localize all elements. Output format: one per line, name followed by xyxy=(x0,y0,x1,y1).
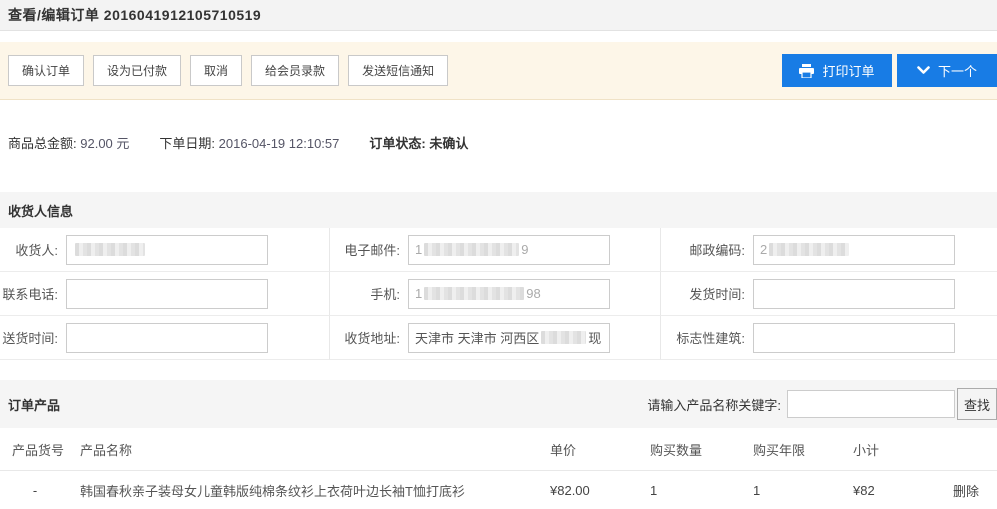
field-landmark-label: 标志性建筑: xyxy=(661,328,745,347)
consignee-section-title: 收货人信息 xyxy=(8,201,73,220)
product-search-input[interactable] xyxy=(787,390,955,418)
redacted-text-block xyxy=(424,243,519,256)
field-email-label: 电子邮件: xyxy=(330,240,400,259)
product-subtotal: ¥82 xyxy=(853,483,938,498)
print-order-button[interactable]: 打印订单 xyxy=(782,54,892,87)
order-status: 订单状态: 未确认 xyxy=(369,133,468,152)
products-section-header: 订单产品 请输入产品名称关键字: 查找 xyxy=(0,380,997,428)
chevron-down-icon xyxy=(917,66,930,75)
tel-input[interactable] xyxy=(66,279,268,309)
product-table-row: - 韩国春秋亲子装母女儿童韩版纯棉条纹衫上衣荷叶边长袖T恤打底衫 ¥82.00 … xyxy=(0,471,997,509)
printer-icon xyxy=(799,64,814,78)
toolbar-right-group: 打印订单 下一个 xyxy=(782,54,997,87)
product-qty: 1 xyxy=(650,483,753,498)
product-sku: - xyxy=(0,483,70,498)
delivery-time-input[interactable] xyxy=(66,323,268,353)
consignee-section-header: 收货人信息 xyxy=(0,192,997,228)
consignee-input[interactable] xyxy=(66,235,268,265)
header-qty: 购买数量 xyxy=(650,440,753,459)
products-section-title: 订单产品 xyxy=(8,395,60,414)
order-status-label: 订单状态: xyxy=(369,136,425,151)
field-text: 天津市 天津市 河西区 xyxy=(415,328,539,347)
field-address: 收货地址: 天津市 天津市 河西区 现 xyxy=(330,316,661,360)
landmark-input[interactable] xyxy=(753,323,955,353)
field-text: 1 xyxy=(415,286,422,301)
field-text: 9 xyxy=(521,242,528,257)
field-landmark: 标志性建筑: xyxy=(661,316,997,360)
order-date: 下单日期: 2016-04-19 12:10:57 xyxy=(159,133,339,152)
order-edit-page: 查看/编辑订单 2016041912105710519 确认订单 设为已付款 取… xyxy=(0,0,997,509)
field-mobile: 手机: 1 98 xyxy=(330,272,661,316)
ship-time-input[interactable] xyxy=(753,279,955,309)
field-delivery-time-label: 送货时间: xyxy=(0,328,58,347)
next-order-button[interactable]: 下一个 xyxy=(897,54,997,87)
email-input[interactable]: 19 xyxy=(408,235,610,265)
field-mobile-label: 手机: xyxy=(330,284,400,303)
field-ship-time: 发货时间: xyxy=(661,272,997,316)
send-sms-button[interactable]: 发送短信通知 xyxy=(348,55,448,86)
order-summary-line: 商品总金额: 92.00 元 下单日期: 2016-04-19 12:10:57… xyxy=(0,100,997,152)
product-name: 韩国春秋亲子装母女儿童韩版纯棉条纹衫上衣荷叶边长袖T恤打底衫 xyxy=(70,481,550,500)
cancel-button[interactable]: 取消 xyxy=(190,55,242,86)
next-order-label: 下一个 xyxy=(938,61,977,80)
order-status-value: 未确认 xyxy=(429,136,468,151)
field-ship-time-label: 发货时间: xyxy=(661,284,745,303)
products-table-header: 产品货号 产品名称 单价 购买数量 购买年限 小计 xyxy=(0,428,997,471)
delete-product-link[interactable]: 删除 xyxy=(953,484,979,499)
zipcode-input[interactable]: 2 xyxy=(753,235,955,265)
product-price: ¥82.00 xyxy=(550,483,650,498)
order-total-value: 92.00 元 xyxy=(80,136,129,151)
field-text: 现 xyxy=(588,328,601,347)
field-tel: 联系电话: xyxy=(0,272,330,316)
order-total: 商品总金额: 92.00 元 xyxy=(8,133,129,152)
redacted-text-block xyxy=(541,331,586,344)
field-zipcode-label: 邮政编码: xyxy=(661,240,745,259)
header-sku: 产品货号 xyxy=(0,440,70,459)
field-text: 1 xyxy=(415,242,422,257)
field-delivery-time: 送货时间: xyxy=(0,316,330,360)
redacted-text-block xyxy=(769,243,849,256)
field-zipcode: 邮政编码: 2 xyxy=(661,228,997,272)
header-years: 购买年限 xyxy=(753,440,853,459)
consignee-form: 收货人: 电子邮件: 19 邮政编码: 2 联系电话: 手机: 198 发货时间… xyxy=(0,228,997,360)
field-text: 2 xyxy=(760,242,767,257)
mobile-input[interactable]: 1 98 xyxy=(408,279,610,309)
field-email: 电子邮件: 19 xyxy=(330,228,661,272)
header-name: 产品名称 xyxy=(70,440,550,459)
order-date-value: 2016-04-19 12:10:57 xyxy=(219,136,340,151)
header-price: 单价 xyxy=(550,440,650,459)
field-tel-label: 联系电话: xyxy=(0,284,58,303)
product-search-group: 请输入产品名称关键字: 查找 xyxy=(647,388,997,420)
title-bar: 查看/编辑订单 2016041912105710519 xyxy=(0,0,997,31)
header-subtotal: 小计 xyxy=(853,440,938,459)
print-order-label: 打印订单 xyxy=(822,61,874,80)
product-search-button[interactable]: 查找 xyxy=(957,388,997,420)
address-input[interactable]: 天津市 天津市 河西区 现 xyxy=(408,323,610,353)
order-total-label: 商品总金额: xyxy=(8,136,77,151)
field-consignee-label: 收货人: xyxy=(0,240,58,259)
redacted-text-block xyxy=(75,243,145,256)
field-address-label: 收货地址: xyxy=(330,328,400,347)
product-years: 1 xyxy=(753,483,853,498)
page-title: 查看/编辑订单 2016041912105710519 xyxy=(8,5,261,25)
redacted-text-block xyxy=(424,287,524,300)
confirm-order-button[interactable]: 确认订单 xyxy=(8,55,84,86)
product-search-label: 请输入产品名称关键字: xyxy=(647,395,781,414)
order-date-label: 下单日期: xyxy=(159,136,215,151)
record-payment-button[interactable]: 给会员录款 xyxy=(251,55,339,86)
set-paid-button[interactable]: 设为已付款 xyxy=(93,55,181,86)
field-consignee: 收货人: xyxy=(0,228,330,272)
field-text: 98 xyxy=(526,286,540,301)
toolbar: 确认订单 设为已付款 取消 给会员录款 发送短信通知 打印订单 下一个 xyxy=(0,42,997,100)
